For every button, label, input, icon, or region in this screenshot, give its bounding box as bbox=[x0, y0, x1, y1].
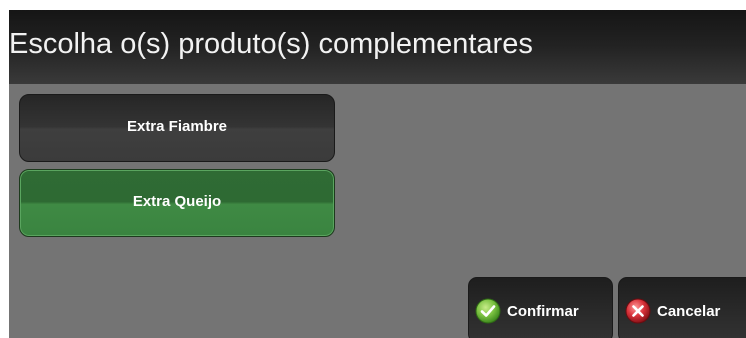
dialog-title: Escolha o(s) produto(s) complementares bbox=[9, 28, 533, 60]
confirm-button[interactable]: Confirmar bbox=[468, 277, 613, 338]
product-button-extra-fiambre[interactable]: Extra Fiambre bbox=[19, 94, 335, 162]
dialog-title-bar: Escolha o(s) produto(s) complementares bbox=[9, 10, 746, 84]
product-button-label: Extra Fiambre bbox=[126, 117, 228, 135]
product-button-label: Extra Queijo bbox=[132, 192, 222, 210]
product-button-extra-queijo[interactable]: Extra Queijo bbox=[19, 169, 335, 237]
cancel-button[interactable]: Cancelar bbox=[618, 277, 746, 338]
confirm-button-label: Confirmar bbox=[507, 302, 579, 320]
product-complement-dialog: Escolha o(s) produto(s) complementares E… bbox=[9, 10, 746, 338]
cancel-button-label: Cancelar bbox=[657, 302, 721, 320]
x-circle-icon bbox=[625, 298, 651, 324]
checkmark-circle-icon bbox=[475, 298, 501, 324]
